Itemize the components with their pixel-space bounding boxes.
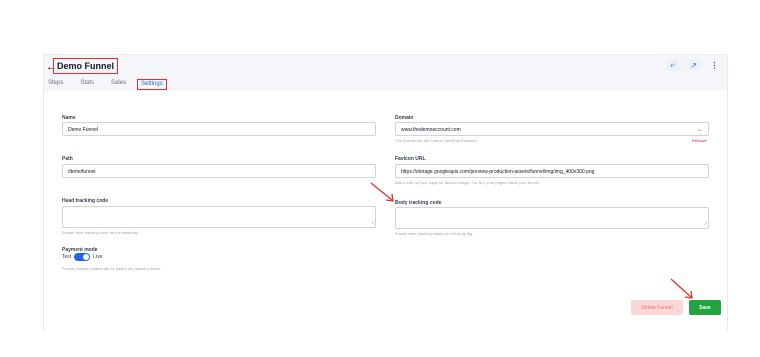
body-tracking-hint: Funnel wide tracking codes for the body … xyxy=(395,231,473,236)
page-title: Demo Funnel xyxy=(53,58,119,74)
path-input[interactable]: /demofunnel xyxy=(62,164,376,178)
payment-mode-hint: Funnel payment status will be based on p… xyxy=(62,266,161,271)
remove-domain-link[interactable]: Remove xyxy=(692,138,707,143)
more-vertical-icon[interactable]: ⋮ xyxy=(708,59,721,71)
favicon-url-input[interactable]: https://storage.googleapis.com/preview-p… xyxy=(395,164,709,178)
tab-stats[interactable]: Stats xyxy=(78,79,96,90)
name-label: Name xyxy=(62,115,76,121)
tab-bar: Steps Stats Sales Settings xyxy=(46,79,180,90)
head-tracking-textarea[interactable]: ∕∕ xyxy=(62,206,376,228)
domain-select[interactable]: www.thedemoaccount.com ⌄ xyxy=(395,122,709,136)
test-option-label: Test xyxy=(62,254,72,260)
tab-sales[interactable]: Sales xyxy=(109,79,128,90)
tab-settings[interactable]: Settings xyxy=(137,79,167,90)
chevron-down-icon: ⌄ xyxy=(696,127,702,133)
name-input[interactable]: Demo Funnel xyxy=(62,122,376,136)
head-tracking-label: Head tracking code xyxy=(62,198,109,204)
payment-mode-toggle-row: Test Live xyxy=(62,253,102,261)
toggle-knob xyxy=(83,254,90,260)
payment-mode-toggle[interactable] xyxy=(74,253,91,261)
body-tracking-label: Body tracking code xyxy=(395,200,442,206)
header-bar: ← Demo Funnel Steps Stats Sales Settings… xyxy=(44,55,727,91)
save-button[interactable]: Save xyxy=(689,300,721,315)
live-option-label: Live xyxy=(93,254,103,260)
body-tracking-textarea[interactable]: ∕∕ xyxy=(395,207,709,229)
head-tracking-hint: Funnel wide tracking code for the head t… xyxy=(62,230,138,235)
tab-steps[interactable]: Steps xyxy=(46,79,65,90)
resize-grip-icon[interactable]: ∕∕ xyxy=(705,222,707,227)
path-label: Path xyxy=(62,156,73,162)
share-icon[interactable]: ⤶ xyxy=(666,59,679,71)
domain-hint: The Domain for the Funnel. Add/Edit Doma… xyxy=(395,138,477,143)
red-arrow-annotation xyxy=(670,278,693,299)
domain-value: www.thedemoaccount.com xyxy=(401,127,461,133)
external-link-icon[interactable]: ↗ xyxy=(687,59,700,71)
settings-form: Name Demo Funnel Domain www.thedemoaccou… xyxy=(44,91,727,332)
favicon-hint: Add a URL to your page for favicon image… xyxy=(395,180,540,185)
domain-label: Domain xyxy=(395,115,414,121)
red-arrow-annotation xyxy=(370,182,394,202)
resize-grip-icon[interactable]: ∕∕ xyxy=(372,221,374,226)
favicon-label: Favicon URL xyxy=(395,156,426,162)
delete-funnel-button[interactable]: Delete Funnel xyxy=(631,300,683,315)
